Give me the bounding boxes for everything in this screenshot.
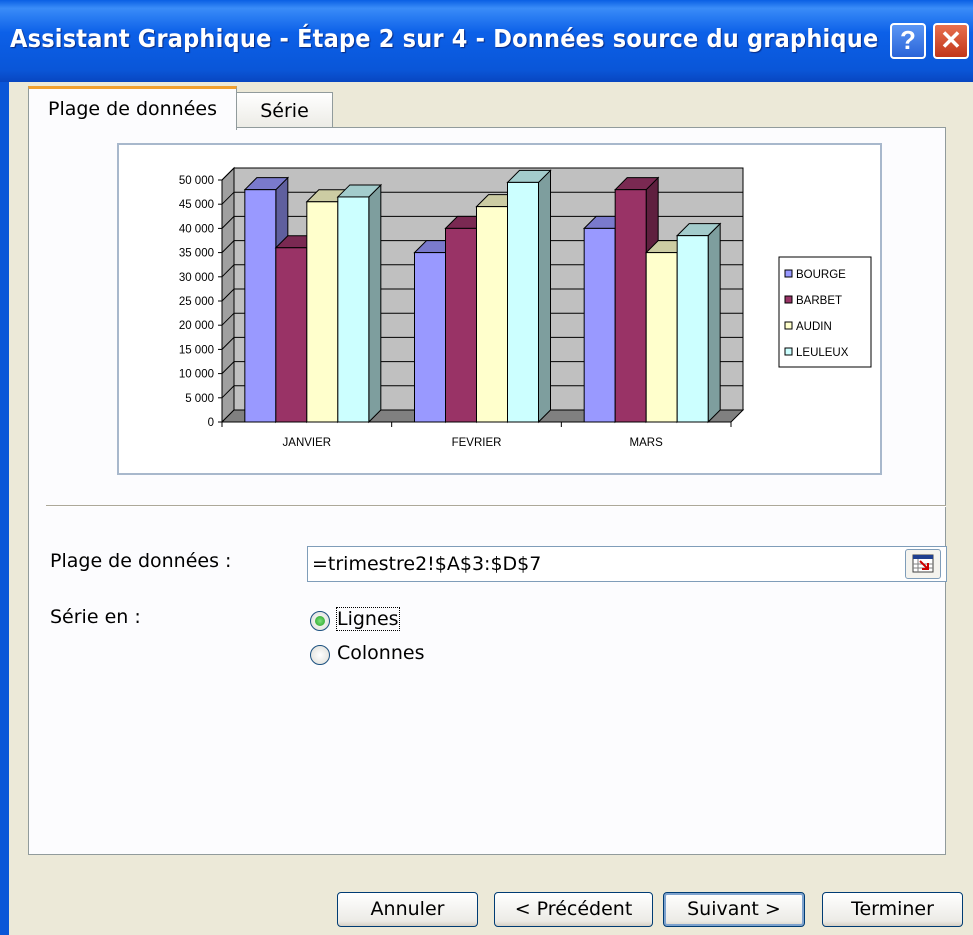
legend-label: AUDIN xyxy=(796,321,832,333)
bar-side xyxy=(538,169,551,424)
separator xyxy=(46,505,946,507)
y-tick-label: 5 000 xyxy=(185,393,214,405)
legend-label: BARBET xyxy=(796,295,842,307)
y-tick-label: 0 xyxy=(208,417,214,429)
bar-leuleux xyxy=(337,196,370,423)
y-tick-label: 10 000 xyxy=(179,369,214,381)
y-tick-label: 35 000 xyxy=(179,248,214,260)
bar-barbet xyxy=(445,227,477,423)
x-tick-label: JANVIER xyxy=(283,437,332,449)
bar-audin xyxy=(645,252,678,423)
finish-button[interactable]: Terminer xyxy=(822,892,963,927)
bar-audin xyxy=(476,206,508,423)
series-in-label: Série en : xyxy=(50,606,141,628)
bar-barbet xyxy=(614,189,647,423)
title-bar[interactable]: Assistant Graphique - Étape 2 sur 4 - Do… xyxy=(0,0,973,82)
data-range-input[interactable]: =trimestre2!$A$3:$D$7 xyxy=(307,546,947,582)
y-tick-label: 40 000 xyxy=(179,223,214,235)
bar-bourge xyxy=(583,227,616,423)
y-tick-label: 25 000 xyxy=(179,296,214,308)
radio-selected-dot xyxy=(315,616,325,626)
y-tick-label: 45 000 xyxy=(179,199,214,211)
y-tick-label: 15 000 xyxy=(179,344,214,356)
radio-rows[interactable] xyxy=(310,611,330,631)
bar-audin xyxy=(306,201,339,423)
window-border xyxy=(0,82,9,935)
bar-leuleux xyxy=(507,181,539,423)
help-button[interactable]: ? xyxy=(890,23,926,59)
range-select-icon xyxy=(912,554,934,573)
legend-swatch xyxy=(784,295,793,304)
bar-side xyxy=(368,183,382,424)
window-title: Assistant Graphique - Étape 2 sur 4 - Do… xyxy=(10,24,879,53)
chart-svg: 50 000 45 000 40 000 35 000 30 000 25 000 20 0… xyxy=(179,166,872,449)
data-range-label: Plage de données : xyxy=(50,550,232,572)
bar-bourge xyxy=(414,252,446,423)
cancel-button[interactable]: Annuler xyxy=(337,892,478,927)
bar-side xyxy=(707,222,721,424)
bar-leuleux xyxy=(676,235,709,423)
y-tick-label: 30 000 xyxy=(179,272,214,284)
radio-columns[interactable] xyxy=(310,645,330,665)
bar-barbet xyxy=(275,247,308,423)
legend-label: BOURGE xyxy=(796,269,846,281)
radio-rows-label[interactable]: Lignes xyxy=(336,607,400,631)
chart-preview: 50 000 45 000 40 000 35 000 30 000 25 000 20 0… xyxy=(117,143,882,475)
bar-bourge xyxy=(244,189,277,423)
legend-swatch xyxy=(784,347,793,356)
y-tick-label: 50 000 xyxy=(179,175,214,187)
legend-swatch xyxy=(784,269,793,278)
x-tick-label: FEVRIER xyxy=(452,437,502,449)
previous-button[interactable]: < Précédent xyxy=(494,892,653,927)
tab-series[interactable]: Série xyxy=(236,92,333,128)
data-range-value: =trimestre2!$A$3:$D$7 xyxy=(312,553,542,575)
collapse-dialog-button[interactable] xyxy=(905,549,941,579)
legend-label: LEULEUX xyxy=(796,347,849,359)
chart-wizard-dialog: Assistant Graphique - Étape 2 sur 4 - Do… xyxy=(0,0,973,935)
next-button[interactable]: Suivant > xyxy=(663,892,805,927)
legend-swatch xyxy=(784,321,793,330)
x-tick-label: MARS xyxy=(630,437,664,449)
y-tick-label: 20 000 xyxy=(179,320,214,332)
radio-columns-label[interactable]: Colonnes xyxy=(337,642,424,664)
tab-data-range[interactable]: Plage de données xyxy=(28,86,237,130)
close-button[interactable]: ✕ xyxy=(933,23,969,59)
